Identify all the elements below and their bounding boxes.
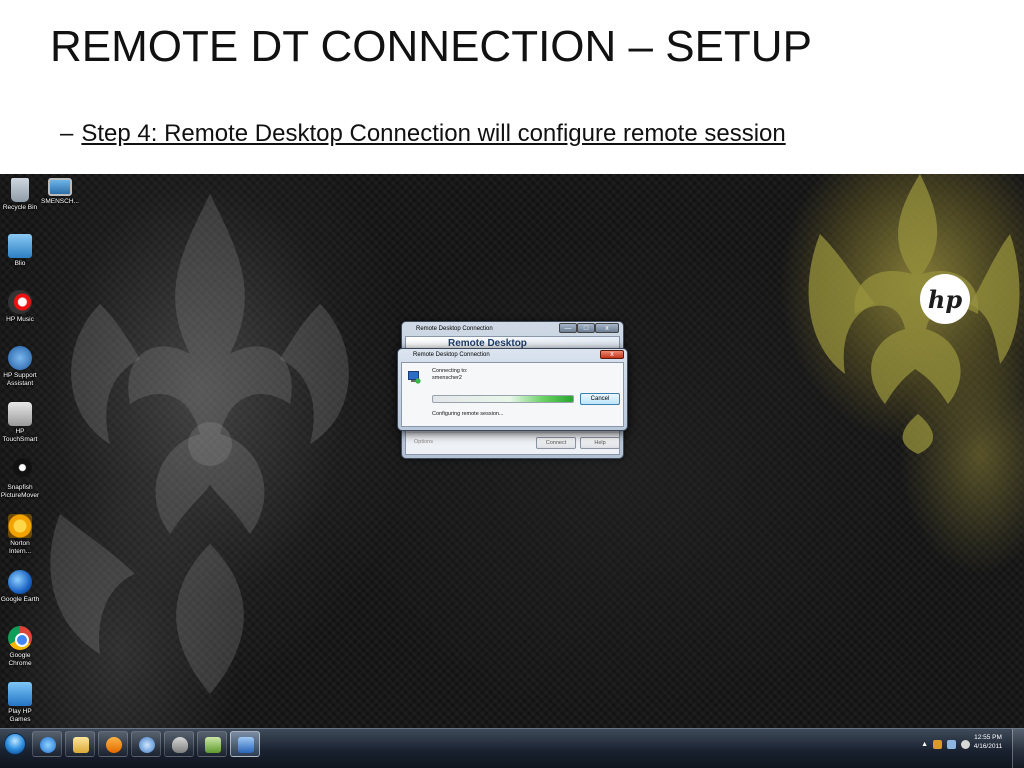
desktop-icon-label: HP TouchSmart [2,428,38,443]
bullet-text: Step 4: Remote Desktop Connection will c… [81,120,786,147]
security-icon [172,737,188,753]
rdc-main-footer: Options Connect Help [406,432,620,454]
help-button[interactable]: Help [580,437,620,449]
media-player-icon [106,737,122,753]
desktop-icon-recycle-bin[interactable]: Recycle Bin [0,178,40,212]
desktop-icon-computer[interactable]: SMENSCH... [40,178,80,206]
taskbar-explorer[interactable] [65,731,95,757]
taskbar-media-player[interactable] [98,731,128,757]
desktop-icon-label: Snapfish PictureMover [0,484,40,499]
rdc-progress-dialog: Remote Desktop Connection x Connecting t… [397,348,628,431]
damask-pattern-left [50,194,349,694]
options-toggle[interactable]: Options [414,439,433,445]
progress-fill [433,396,573,402]
clock-time: 12:55 PM [974,734,1002,741]
status-text: Configuring remote session... [432,411,504,417]
progress-bar [432,395,574,403]
desktop-icon-label: HP Support Assistant [3,372,37,387]
desktop-icon-label: Google Earth [0,596,40,603]
show-hidden-icons-icon[interactable]: ▲ [921,740,928,749]
close-button[interactable]: x [595,323,619,333]
games-icon [8,682,32,706]
taskbar-hp[interactable] [131,731,161,757]
touchsmart-icon [8,402,32,426]
rdc-main-title: Remote Desktop Connection [416,326,493,332]
hp-music-icon [8,290,32,314]
taskbar-security[interactable] [164,731,194,757]
snapfish-icon [8,458,32,482]
rdc-main-titlebar[interactable]: Remote Desktop Connection — □ x [402,322,623,336]
remote-desktop-icon [408,371,421,384]
norton-icon [8,514,32,538]
volume-icon[interactable] [961,739,970,749]
desktop-icon-hp-music[interactable]: HP Music [0,290,40,324]
google-earth-icon [8,570,32,594]
desktop-icon-label: Blio [14,260,26,267]
desktop-icon-snapfish[interactable]: Snapfish PictureMover [0,458,40,499]
desktop-icon-touchsmart[interactable]: HP TouchSmart [0,402,40,443]
clock[interactable]: 12:55 PM 4/16/2011 [970,733,1006,751]
minimize-button[interactable]: — [559,323,577,333]
desktop-icon-label: Google Chrome [8,652,32,667]
close-button[interactable]: x [600,350,624,359]
desktop-icon-label: HP Music [6,316,34,323]
desktop-icon-hp-support[interactable]: HP Support Assistant [0,346,40,387]
host-name: smenscher2 [432,375,462,381]
desktop-icon-blio[interactable]: Blio [0,234,40,268]
taskbar-hp-app[interactable] [197,731,227,757]
clock-date: 4/16/2011 [973,743,1003,750]
desktop-icon-label: Norton Intern... [8,540,32,555]
damask-pattern-right [808,174,1020,454]
blio-icon [8,234,32,258]
hp-logo-icon: hp [920,274,970,324]
show-desktop-button[interactable] [1012,729,1024,768]
connecting-label: Connecting to: [432,368,468,374]
desktop-icon-hp-games[interactable]: Play HP Games [0,682,40,723]
desktop-icon-label: Recycle Bin [2,204,38,211]
explorer-icon [73,737,89,753]
hp-icon [139,737,155,753]
remote-desktop-icon [238,737,254,753]
desktop-icon-chrome[interactable]: Google Chrome [0,626,40,667]
chrome-icon [8,626,32,650]
slide-title: REMOTE DT CONNECTION – SETUP [50,22,812,71]
desktop-icon-google-earth[interactable]: Google Earth [0,570,40,604]
slide-bullet: – Step 4: Remote Desktop Connection will … [60,120,786,148]
bullet-dash: – [60,120,74,147]
taskbar-remote-desktop[interactable] [230,731,260,757]
desktop-icon-label: Play HP Games [8,708,32,723]
connect-button[interactable]: Connect [536,437,576,449]
network-icon[interactable] [947,739,956,749]
cancel-button[interactable]: Cancel [580,393,620,405]
rdc-progress-titlebar[interactable]: Remote Desktop Connection x [398,349,627,361]
internet-explorer-icon [40,737,56,753]
system-tray: ▲ [921,737,970,751]
taskbar-internet-explorer[interactable] [32,731,62,757]
start-button[interactable] [4,733,26,755]
hp-support-icon [8,346,32,370]
desktop-icon-label: SMENSCH... [41,198,79,205]
desktop-icon-norton[interactable]: Norton Intern... [0,514,40,555]
recycle-bin-icon [11,178,29,202]
tray-app-icon[interactable] [933,739,942,749]
desktop-screenshot: hp Recycle Bin SMENSCH... Blio HP Music … [0,174,1024,768]
computer-icon [48,178,72,196]
rdc-progress-title: Remote Desktop Connection [413,352,490,358]
hp-app-icon [205,737,221,753]
rdc-progress-client: Connecting to: smenscher2 Cancel Configu… [401,362,624,427]
taskbar: ▲ 12:55 PM 4/16/2011 [0,728,1024,768]
maximize-button[interactable]: □ [577,323,595,333]
